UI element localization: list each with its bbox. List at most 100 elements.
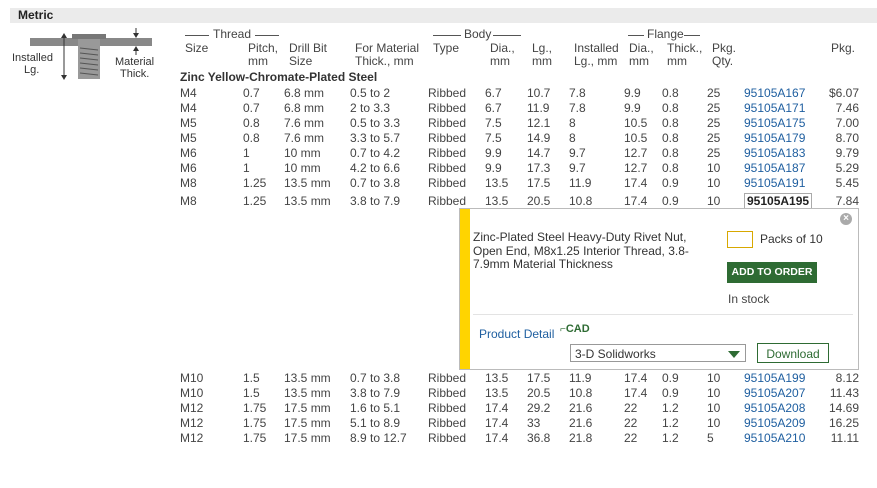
- part-number-link[interactable]: 95105A209: [744, 416, 805, 430]
- cell-price: 9.79: [835, 145, 859, 160]
- cell-dia: 13.5: [485, 370, 509, 385]
- cell-dia: 13.5: [485, 194, 509, 208]
- cell-size: M12: [180, 430, 204, 445]
- cell-fth: 0.8: [662, 145, 679, 160]
- col-size: Size: [185, 41, 209, 55]
- part-number-link[interactable]: 95105A187: [744, 161, 805, 175]
- table-row[interactable]: M10 1.5 13.5 mm 3.8 to 7.9 Ribbed 13.5 20.5 10.…: [180, 385, 859, 400]
- cell-fth: 0.9: [662, 194, 679, 208]
- cell-fth: 0.8: [662, 100, 679, 115]
- cell-inst: 10.8: [569, 385, 593, 400]
- cell-size: M5: [180, 115, 197, 130]
- part-number-link[interactable]: 95105A191: [744, 176, 805, 190]
- cell-drill: 13.5 mm: [284, 194, 331, 208]
- part-number-link[interactable]: 95105A199: [744, 371, 805, 385]
- cell-qty: 10: [707, 400, 721, 415]
- cell-type: Ribbed: [428, 400, 467, 415]
- part-number-link[interactable]: 95105A167: [744, 86, 805, 100]
- part-number-link[interactable]: 95105A179: [744, 131, 805, 145]
- table-row[interactable]: M12 1.75 17.5 mm 1.6 to 5.1 Ribbed 17.4 29.2 21…: [180, 400, 859, 415]
- cell-fdia: 10.5: [624, 130, 648, 145]
- table-row[interactable]: M12 1.75 17.5 mm 5.1 to 8.9 Ribbed 17.4 33 21.6…: [180, 415, 859, 430]
- cell-drill: 6.8 mm: [284, 85, 325, 100]
- cell-qty: 25: [707, 145, 721, 160]
- cell-fdia: 10.5: [624, 115, 648, 130]
- cell-fth: 0.8: [662, 160, 679, 175]
- rivet-nut-illustration: Installed Lg. Material Thick.: [12, 28, 154, 80]
- cell-price: 8.70: [835, 130, 859, 145]
- cell-mat: 2 to 3.3: [350, 100, 391, 115]
- quantity-input[interactable]: [727, 231, 753, 248]
- cell-lg: 36.8: [527, 430, 551, 445]
- cad-format-select[interactable]: 3-D Solidworks: [570, 344, 746, 362]
- cell-mat: 0.7 to 3.8: [350, 175, 401, 190]
- cell-dia: 17.4: [485, 430, 509, 445]
- cell-fdia: 12.7: [624, 145, 648, 160]
- section-header: Metric: [10, 8, 877, 23]
- cell-type: Ribbed: [428, 385, 467, 400]
- part-number-link[interactable]: 95105A207: [744, 386, 805, 400]
- cell-qty: 10: [707, 175, 721, 190]
- add-to-order-button[interactable]: ADD TO ORDER: [727, 262, 817, 283]
- cell-fdia: 9.9: [624, 100, 641, 115]
- cell-fth: 0.9: [662, 175, 679, 190]
- cell-price: 7.46: [835, 100, 859, 115]
- cell-drill: 13.5 mm: [284, 385, 331, 400]
- cell-lg: 33: [527, 415, 541, 430]
- cell-pitch: 0.8: [243, 115, 260, 130]
- cell-pitch: 1.25: [243, 194, 267, 208]
- table-row[interactable]: M6 1 10 mm 0.7 to 4.2 Ribbed 9.9 14.7 9.7 12.7 0.…: [180, 145, 859, 160]
- col-flange-thick: Thick., mm: [667, 41, 703, 68]
- part-number-link[interactable]: 95105A195: [744, 193, 813, 209]
- cell-type: Ribbed: [428, 175, 467, 190]
- table-row[interactable]: M12 1.75 17.5 mm 8.9 to 12.7 Ribbed 17.4 36.8 2…: [180, 430, 859, 445]
- table-row[interactable]: M5 0.8 7.6 mm 3.3 to 5.7 Ribbed 7.5 14.9 8 10.5 0…: [180, 130, 859, 145]
- col-body-dia: Dia., mm: [490, 41, 515, 68]
- cell-price: $6.07: [828, 85, 859, 100]
- part-number-link[interactable]: 95105A210: [744, 431, 805, 445]
- cell-inst: 9.7: [569, 145, 586, 160]
- cell-qty: 5: [707, 430, 714, 445]
- table-row[interactable]: M4 0.7 6.8 mm 2 to 3.3 Ribbed 6.7 11.9 7.8 9.9 0.…: [180, 100, 859, 115]
- installed-length-label-2: Lg.: [24, 64, 39, 76]
- table-row[interactable]: M5 0.8 7.6 mm 0.5 to 3.3 Ribbed 7.5 12.1 8 10.5 0…: [180, 115, 859, 130]
- cell-qty: 10: [707, 385, 721, 400]
- download-button[interactable]: Download: [757, 343, 829, 363]
- cell-lg: 20.5: [527, 385, 551, 400]
- part-number-link[interactable]: 95105A171: [744, 101, 805, 115]
- cell-mat: 0.7 to 4.2: [350, 145, 401, 160]
- cell-size: M8: [180, 194, 197, 208]
- table-row[interactable]: M8 1.25 13.5 mm 0.7 to 3.8 Ribbed 13.5 17.5 11.…: [180, 175, 859, 190]
- cell-type: Ribbed: [428, 115, 467, 130]
- part-number-link[interactable]: 95105A183: [744, 146, 805, 160]
- cell-pitch: 0.7: [243, 100, 260, 115]
- cell-mat: 5.1 to 8.9: [350, 415, 401, 430]
- cell-type: Ribbed: [428, 160, 467, 175]
- table-row[interactable]: M6 1 10 mm 4.2 to 6.6 Ribbed 9.9 17.3 9.7 12.7 0.…: [180, 160, 859, 175]
- cell-drill: 17.5 mm: [284, 430, 331, 445]
- cell-pitch: 1.75: [243, 400, 267, 415]
- part-number-link[interactable]: 95105A175: [744, 116, 805, 130]
- product-description: Zinc-Plated Steel Heavy-Duty Rivet Nut, …: [473, 230, 689, 271]
- cell-qty: 25: [707, 130, 721, 145]
- cell-dia: 9.9: [485, 160, 502, 175]
- cell-fdia: 17.4: [624, 370, 648, 385]
- cell-price: 16.25: [828, 415, 859, 430]
- cell-mat: 0.7 to 3.8: [350, 370, 401, 385]
- cell-size: M10: [180, 370, 204, 385]
- cell-qty: 25: [707, 115, 721, 130]
- table-row[interactable]: M10 1.5 13.5 mm 0.7 to 3.8 Ribbed 13.5 17.5 11.…: [180, 370, 859, 385]
- part-number-link[interactable]: 95105A208: [744, 401, 805, 415]
- cell-price: 5.45: [835, 175, 859, 190]
- close-icon[interactable]: ×: [840, 213, 852, 225]
- cell-drill: 17.5 mm: [284, 400, 331, 415]
- product-detail-link[interactable]: Product Detail: [479, 327, 554, 341]
- table-row[interactable]: M4 0.7 6.8 mm 0.5 to 2 Ribbed 6.7 10.7 7.8 9.9 0.…: [180, 85, 859, 100]
- popup-accent-bar: [460, 209, 470, 369]
- selected-product-row[interactable]: M8 1.25 13.5 mm 3.8 to 7.9 Ribbed 13.5 20.5 10.…: [180, 193, 859, 209]
- stock-status: In stock: [728, 292, 770, 306]
- cell-price: 7.00: [835, 115, 859, 130]
- cell-dia: 7.5: [485, 130, 502, 145]
- cell-fth: 0.9: [662, 385, 679, 400]
- cell-mat: 0.5 to 2: [350, 85, 391, 100]
